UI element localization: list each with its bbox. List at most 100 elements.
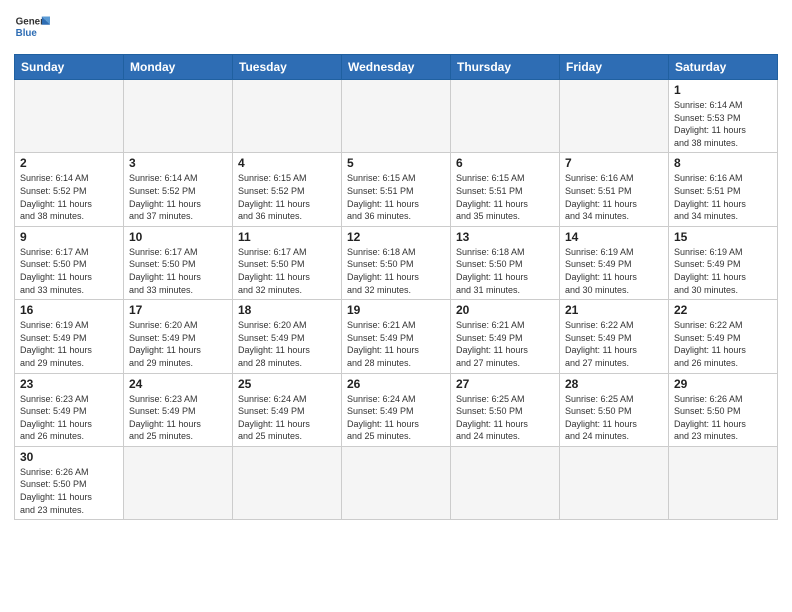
week-row-4: 16Sunrise: 6:19 AMSunset: 5:49 PMDayligh…: [15, 300, 778, 373]
day-info: Sunrise: 6:20 AMSunset: 5:49 PMDaylight:…: [129, 319, 227, 369]
day-number: 16: [20, 303, 118, 317]
day-cell: 10Sunrise: 6:17 AMSunset: 5:50 PMDayligh…: [124, 226, 233, 299]
day-cell: 17 Sunrise: 6:20 AMSunset: 5:49 PMDayligh…: [124, 300, 233, 373]
day-number: 10: [129, 230, 227, 244]
day-cell: [233, 80, 342, 153]
day-number: 2: [20, 156, 118, 170]
week-row-1: 1 Sunrise: 6:14 AMSunset: 5:53 PMDaylight…: [15, 80, 778, 153]
day-cell: 26 Sunrise: 6:24 AMSunset: 5:49 PMDayligh…: [342, 373, 451, 446]
day-cell: [342, 446, 451, 519]
day-info: Sunrise: 6:26 AMSunset: 5:50 PMDaylight:…: [20, 466, 118, 516]
week-row-3: 9Sunrise: 6:17 AMSunset: 5:50 PMDaylight…: [15, 226, 778, 299]
day-cell: 5 Sunrise: 6:15 AMSunset: 5:51 PMDaylight…: [342, 153, 451, 226]
day-info: Sunrise: 6:21 AMSunset: 5:49 PMDaylight:…: [456, 319, 554, 369]
svg-text:Blue: Blue: [16, 28, 38, 39]
week-row-6: 30Sunrise: 6:26 AMSunset: 5:50 PMDayligh…: [15, 446, 778, 519]
weekday-header-thursday: Thursday: [451, 55, 560, 80]
day-cell: 12 Sunrise: 6:18 AMSunset: 5:50 PMDayligh…: [342, 226, 451, 299]
day-info: Sunrise: 6:15 AMSunset: 5:51 PMDaylight:…: [347, 172, 445, 222]
day-cell: 24Sunrise: 6:23 AMSunset: 5:49 PMDayligh…: [124, 373, 233, 446]
day-number: 1: [674, 83, 772, 97]
day-info: Sunrise: 6:15 AMSunset: 5:51 PMDaylight:…: [456, 172, 554, 222]
day-number: 11: [238, 230, 336, 244]
day-info: Sunrise: 6:24 AMSunset: 5:49 PMDaylight:…: [238, 393, 336, 443]
day-cell: 30Sunrise: 6:26 AMSunset: 5:50 PMDayligh…: [15, 446, 124, 519]
day-number: 27: [456, 377, 554, 391]
day-number: 7: [565, 156, 663, 170]
day-cell: 14 Sunrise: 6:19 AMSunset: 5:49 PMDayligh…: [560, 226, 669, 299]
day-cell: 25 Sunrise: 6:24 AMSunset: 5:49 PMDayligh…: [233, 373, 342, 446]
day-number: 4: [238, 156, 336, 170]
day-cell: 6Sunrise: 6:15 AMSunset: 5:51 PMDaylight…: [451, 153, 560, 226]
day-cell: 7 Sunrise: 6:16 AMSunset: 5:51 PMDaylight…: [560, 153, 669, 226]
day-info: Sunrise: 6:18 AMSunset: 5:50 PMDaylight:…: [347, 246, 445, 296]
day-cell: 4 Sunrise: 6:15 AMSunset: 5:52 PMDaylight…: [233, 153, 342, 226]
day-number: 15: [674, 230, 772, 244]
day-cell: [451, 80, 560, 153]
day-cell: [669, 446, 778, 519]
week-row-5: 23Sunrise: 6:23 AMSunset: 5:49 PMDayligh…: [15, 373, 778, 446]
day-info: Sunrise: 6:23 AMSunset: 5:49 PMDaylight:…: [129, 393, 227, 443]
calendar-table: SundayMondayTuesdayWednesdayThursdayFrid…: [14, 54, 778, 520]
weekday-header-tuesday: Tuesday: [233, 55, 342, 80]
day-cell: 28 Sunrise: 6:25 AMSunset: 5:50 PMDayligh…: [560, 373, 669, 446]
day-cell: 2 Sunrise: 6:14 AMSunset: 5:52 PMDaylight…: [15, 153, 124, 226]
day-info: Sunrise: 6:15 AMSunset: 5:52 PMDaylight:…: [238, 172, 336, 222]
day-info: Sunrise: 6:17 AMSunset: 5:50 PMDaylight:…: [238, 246, 336, 296]
day-info: Sunrise: 6:16 AMSunset: 5:51 PMDaylight:…: [565, 172, 663, 222]
day-info: Sunrise: 6:14 AMSunset: 5:52 PMDaylight:…: [129, 172, 227, 222]
day-info: Sunrise: 6:17 AMSunset: 5:50 PMDaylight:…: [20, 246, 118, 296]
day-number: 12: [347, 230, 445, 244]
day-cell: [560, 446, 669, 519]
day-info: Sunrise: 6:21 AMSunset: 5:49 PMDaylight:…: [347, 319, 445, 369]
day-cell: 27Sunrise: 6:25 AMSunset: 5:50 PMDayligh…: [451, 373, 560, 446]
day-info: Sunrise: 6:14 AMSunset: 5:52 PMDaylight:…: [20, 172, 118, 222]
day-info: Sunrise: 6:14 AMSunset: 5:53 PMDaylight:…: [674, 99, 772, 149]
page: General Blue SundayMondayTuesdayWednesda…: [0, 0, 792, 612]
day-cell: 15 Sunrise: 6:19 AMSunset: 5:49 PMDayligh…: [669, 226, 778, 299]
weekday-header-saturday: Saturday: [669, 55, 778, 80]
day-cell: 11 Sunrise: 6:17 AMSunset: 5:50 PMDayligh…: [233, 226, 342, 299]
day-number: 25: [238, 377, 336, 391]
day-cell: 19Sunrise: 6:21 AMSunset: 5:49 PMDayligh…: [342, 300, 451, 373]
day-number: 21: [565, 303, 663, 317]
day-number: 14: [565, 230, 663, 244]
day-cell: 29 Sunrise: 6:26 AMSunset: 5:50 PMDayligh…: [669, 373, 778, 446]
day-info: Sunrise: 6:19 AMSunset: 5:49 PMDaylight:…: [565, 246, 663, 296]
day-cell: [15, 80, 124, 153]
day-number: 5: [347, 156, 445, 170]
generalblue-logo-icon: General Blue: [14, 10, 50, 46]
day-number: 18: [238, 303, 336, 317]
weekday-header-wednesday: Wednesday: [342, 55, 451, 80]
day-info: Sunrise: 6:18 AMSunset: 5:50 PMDaylight:…: [456, 246, 554, 296]
day-cell: 1 Sunrise: 6:14 AMSunset: 5:53 PMDaylight…: [669, 80, 778, 153]
day-info: Sunrise: 6:22 AMSunset: 5:49 PMDaylight:…: [674, 319, 772, 369]
day-number: 17: [129, 303, 227, 317]
weekday-header-sunday: Sunday: [15, 55, 124, 80]
day-cell: [233, 446, 342, 519]
day-cell: 22Sunrise: 6:22 AMSunset: 5:49 PMDayligh…: [669, 300, 778, 373]
day-cell: [451, 446, 560, 519]
day-number: 26: [347, 377, 445, 391]
day-cell: [124, 446, 233, 519]
header: General Blue: [14, 10, 778, 46]
day-cell: 21Sunrise: 6:22 AMSunset: 5:49 PMDayligh…: [560, 300, 669, 373]
day-info: Sunrise: 6:25 AMSunset: 5:50 PMDaylight:…: [565, 393, 663, 443]
day-cell: 18 Sunrise: 6:20 AMSunset: 5:49 PMDayligh…: [233, 300, 342, 373]
day-number: 29: [674, 377, 772, 391]
day-cell: 13 Sunrise: 6:18 AMSunset: 5:50 PMDayligh…: [451, 226, 560, 299]
day-cell: 9Sunrise: 6:17 AMSunset: 5:50 PMDaylight…: [15, 226, 124, 299]
day-info: Sunrise: 6:20 AMSunset: 5:49 PMDaylight:…: [238, 319, 336, 369]
day-number: 13: [456, 230, 554, 244]
day-number: 28: [565, 377, 663, 391]
day-info: Sunrise: 6:26 AMSunset: 5:50 PMDaylight:…: [674, 393, 772, 443]
weekday-header-row: SundayMondayTuesdayWednesdayThursdayFrid…: [15, 55, 778, 80]
day-cell: [342, 80, 451, 153]
day-cell: 23Sunrise: 6:23 AMSunset: 5:49 PMDayligh…: [15, 373, 124, 446]
day-cell: 20Sunrise: 6:21 AMSunset: 5:49 PMDayligh…: [451, 300, 560, 373]
day-cell: [560, 80, 669, 153]
day-cell: 3Sunrise: 6:14 AMSunset: 5:52 PMDaylight…: [124, 153, 233, 226]
day-info: Sunrise: 6:16 AMSunset: 5:51 PMDaylight:…: [674, 172, 772, 222]
day-info: Sunrise: 6:19 AMSunset: 5:49 PMDaylight:…: [674, 246, 772, 296]
day-info: Sunrise: 6:24 AMSunset: 5:49 PMDaylight:…: [347, 393, 445, 443]
